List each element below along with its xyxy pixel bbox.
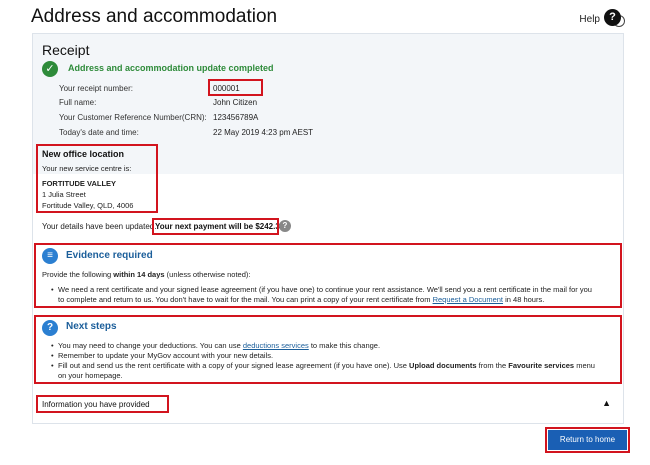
document-icon: ≡ bbox=[42, 248, 58, 264]
datetime-label: Today's date and time: bbox=[59, 128, 139, 137]
info-question-icon[interactable]: ? bbox=[279, 220, 291, 232]
details-updated-text: Your details have been updated. bbox=[42, 222, 157, 231]
evidence-intro: Provide the following within 14 days (un… bbox=[42, 270, 251, 279]
office-name: FORTITUDE VALLEY bbox=[42, 179, 117, 188]
receipt-title: Receipt bbox=[42, 42, 90, 58]
full-name-value: John Citizen bbox=[213, 98, 258, 107]
success-message: Address and accommodation update complet… bbox=[68, 63, 274, 73]
highlight-next-payment bbox=[152, 218, 279, 235]
help-label: Help bbox=[579, 13, 600, 25]
office-street: 1 Julia Street bbox=[42, 190, 86, 199]
help-link[interactable]: Help ? bbox=[579, 9, 625, 29]
office-intro: Your new service centre is: bbox=[42, 164, 132, 173]
crn-label: Your Customer Reference Number(CRN): bbox=[59, 113, 207, 122]
return-home-button[interactable]: Return to home bbox=[548, 430, 627, 450]
next-steps-bullet-deductions: You may need to change your deductions. … bbox=[51, 341, 614, 351]
question-icon: ? bbox=[42, 320, 58, 336]
datetime-value: 22 May 2019 4:23 pm AEST bbox=[213, 128, 314, 137]
deductions-services-link[interactable]: deductions services bbox=[243, 341, 309, 350]
next-steps-bullet-upload: Fill out and send us the rent certificat… bbox=[51, 361, 614, 381]
next-steps-title: Next steps bbox=[66, 321, 117, 332]
highlight-receipt-number bbox=[208, 79, 263, 96]
help-bubble-icon: ? bbox=[604, 9, 625, 29]
info-provided-toggle[interactable]: Information you have provided bbox=[42, 400, 150, 409]
receipt-number-label: Your receipt number: bbox=[59, 84, 133, 93]
evidence-title: Evidence required bbox=[66, 250, 153, 261]
request-document-link[interactable]: Request a Document bbox=[433, 295, 503, 304]
evidence-bullet: We need a rent certificate and your sign… bbox=[51, 285, 614, 305]
chevron-up-icon[interactable]: ▲ bbox=[602, 398, 611, 408]
page-title: Address and accommodation bbox=[31, 6, 278, 27]
full-name-label: Full name: bbox=[59, 98, 97, 107]
crn-value: 123456789A bbox=[213, 113, 259, 122]
office-suburb: Fortitude Valley, QLD, 4006 bbox=[42, 201, 134, 210]
receipt-panel: Receipt ✓ Address and accommodation upda… bbox=[32, 33, 624, 424]
office-title: New office location bbox=[42, 149, 125, 159]
checkmark-icon: ✓ bbox=[42, 61, 58, 77]
next-steps-bullet-mygov: Remember to update your MyGov account wi… bbox=[51, 351, 614, 361]
